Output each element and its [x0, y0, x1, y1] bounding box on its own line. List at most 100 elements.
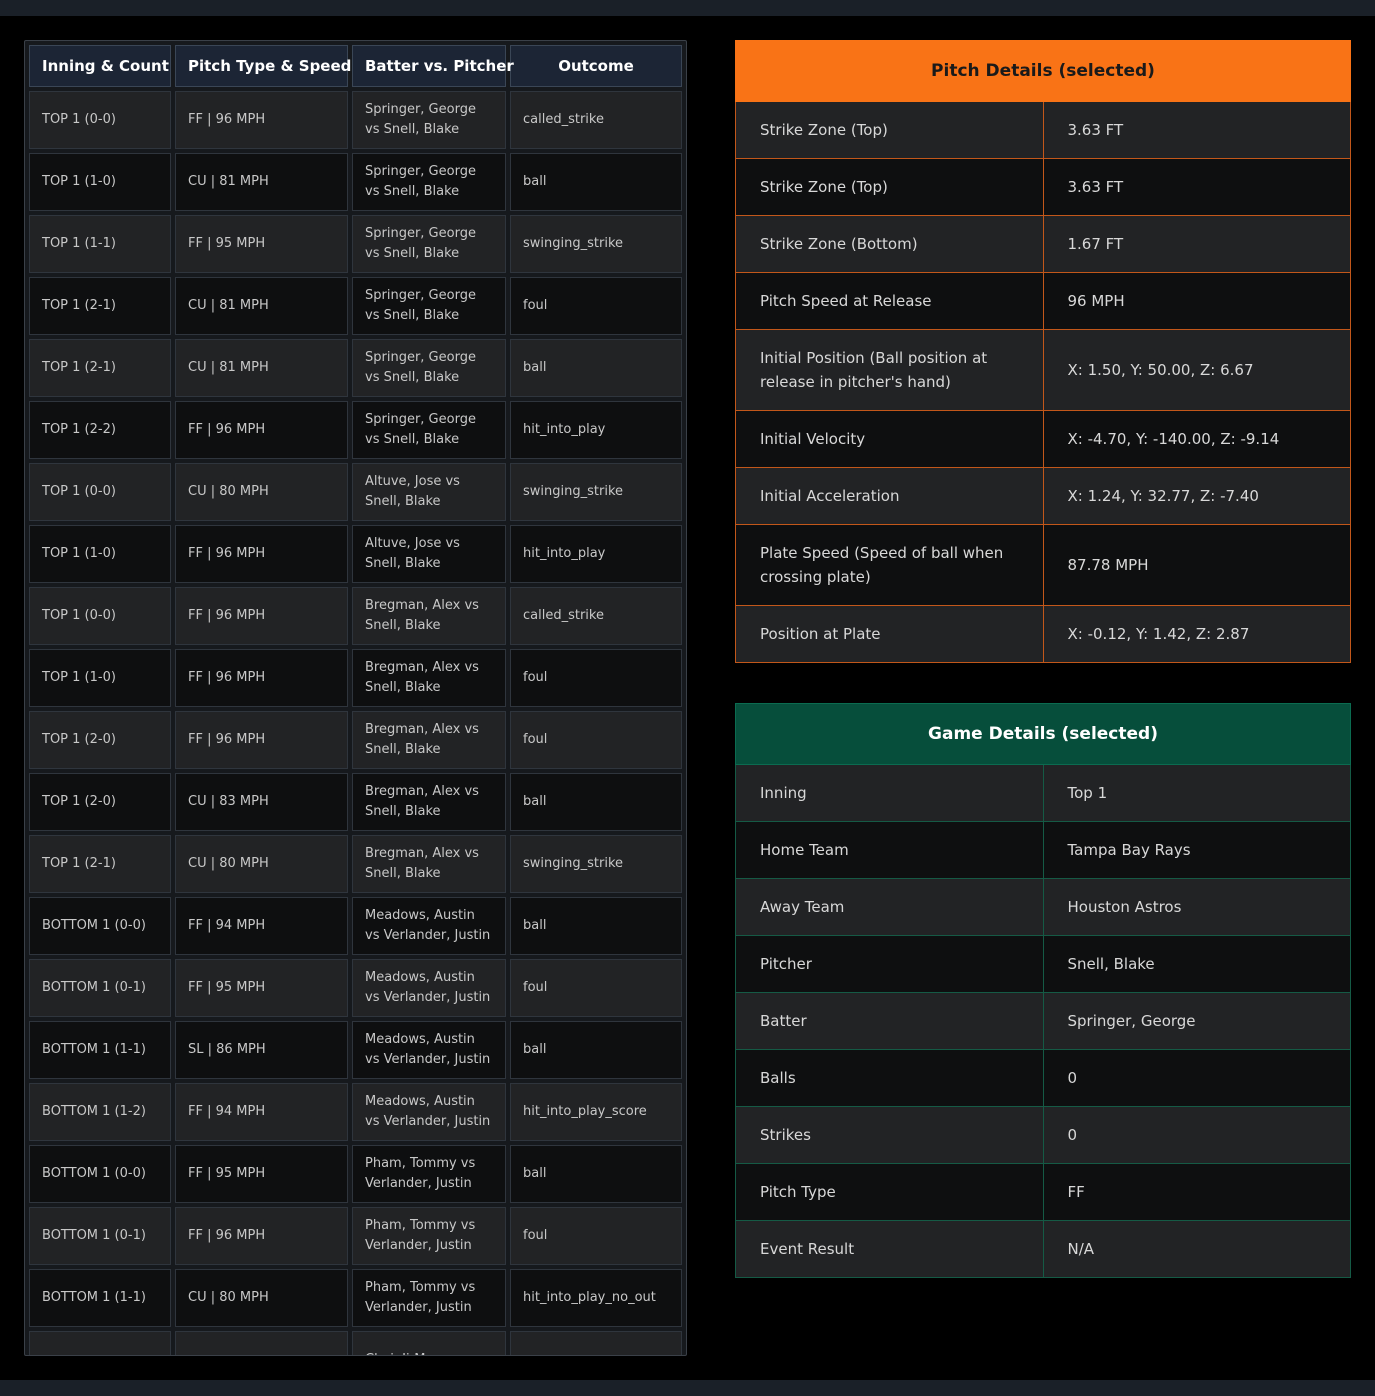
cell-batter-vs-pitcher: Springer, George vs Snell, Blake — [352, 401, 506, 459]
detail-value: X: -4.70, Y: -140.00, Z: -9.14 — [1042, 410, 1351, 468]
cell-pitch-type-speed: FF | 96 MPH — [175, 587, 348, 645]
cell-batter-vs-pitcher: Pham, Tommy vs Verlander, Justin — [352, 1145, 506, 1203]
pitch-details-row: Position at Plate X: -0.12, Y: 1.42, Z: 2… — [735, 605, 1351, 663]
cell-batter-vs-pitcher: Meadows, Austin vs Verlander, Justin — [352, 897, 506, 955]
detail-value: Snell, Blake — [1042, 935, 1351, 993]
cell-pitch-type-speed: FF | 96 MPH — [175, 401, 348, 459]
cell-inning-count: BOTTOM 1 (0-0) — [29, 897, 171, 955]
game-details-row: Balls 0 — [735, 1049, 1351, 1107]
cell-inning-count: BOTTOM 1 (0-0) — [29, 1145, 171, 1203]
game-details-row: Home Team Tampa Bay Rays — [735, 821, 1351, 879]
pitch-row[interactable]: TOP 1 (0-0) FF | 96 MPH Springer, George v… — [29, 91, 682, 149]
detail-label: Batter — [735, 992, 1044, 1050]
pitch-list-panel[interactable]: Inning & Count Pitch Type & Speed Batter… — [24, 40, 687, 1356]
cell-inning-count: TOP 1 (2-1) — [29, 339, 171, 397]
pitch-row[interactable]: BOTTOM 1 (0-0) FF | 94 MPH Meadows, Austin… — [29, 897, 682, 955]
pitch-row[interactable]: BOTTOM 1 (1-1) SL | 86 MPH Meadows, Austin… — [29, 1021, 682, 1079]
detail-label: Pitch Type — [735, 1163, 1044, 1221]
cell-batter-vs-pitcher: Choi, Ji-Man vs — [352, 1331, 506, 1355]
cell-inning-count: BOTTOM 1 (0-1) — [29, 1207, 171, 1265]
cell-pitch-type-speed: FF | 95 MPH — [175, 215, 348, 273]
cell-pitch-type-speed: FF | 96 MPH — [175, 649, 348, 707]
cell-inning-count: TOP 1 (1-0) — [29, 525, 171, 583]
detail-value: 1.67 FT — [1042, 215, 1351, 273]
pitch-details-title: Pitch Details (selected) — [735, 40, 1351, 102]
cell-inning-count: TOP 1 (2-0) — [29, 711, 171, 769]
pitch-row[interactable]: TOP 1 (2-1) CU | 81 MPH Springer, George v… — [29, 339, 682, 397]
cell-batter-vs-pitcher: Springer, George vs Snell, Blake — [352, 91, 506, 149]
cell-outcome: ball — [510, 153, 682, 211]
pitch-row[interactable]: TOP 1 (2-1) CU | 81 MPH Springer, George v… — [29, 277, 682, 335]
cell-batter-vs-pitcher: Springer, George vs Snell, Blake — [352, 153, 506, 211]
cell-outcome: called_strike — [510, 587, 682, 645]
pitch-row[interactable]: TOP 1 (2-2) FF | 96 MPH Springer, George v… — [29, 401, 682, 459]
cell-batter-vs-pitcher: Bregman, Alex vs Snell, Blake — [352, 711, 506, 769]
cell-batter-vs-pitcher: Altuve, Jose vs Snell, Blake — [352, 525, 506, 583]
cell-pitch-type-speed: CU | 80 MPH — [175, 1269, 348, 1327]
cell-outcome: swinging_strike — [510, 835, 682, 893]
detail-label: Plate Speed (Speed of ball when crossing… — [735, 524, 1044, 606]
cell-outcome: foul — [510, 649, 682, 707]
pitch-row[interactable]: TOP 1 (0-0) CU | 80 MPH Altuve, Jose vs Sn… — [29, 463, 682, 521]
header-pitch-type-speed[interactable]: Pitch Type & Speed — [175, 45, 351, 87]
cell-outcome: ball — [510, 1021, 682, 1079]
cell-inning-count: TOP 1 (2-1) — [29, 835, 171, 893]
cell-pitch-type-speed: FF | 94 MPH — [175, 897, 348, 955]
cell-inning-count: BOTTOM 1 (0-1) — [29, 959, 171, 1017]
cell-pitch-type-speed: CU | 83 MPH — [175, 773, 348, 831]
pitch-row[interactable]: BOTTOM 1 (0-1) FF | 95 MPH Meadows, Austin… — [29, 959, 682, 1017]
cell-inning-count: TOP 1 (1-0) — [29, 153, 171, 211]
pitch-row[interactable]: BOTTOM 1 (1-1) CU | 80 MPH Pham, Tommy vs … — [29, 1269, 682, 1327]
cell-pitch-type-speed: CU | 80 MPH — [175, 463, 348, 521]
pitch-details-row: Strike Zone (Top) 3.63 FT — [735, 101, 1351, 159]
detail-label: Home Team — [735, 821, 1044, 879]
game-details-row: Pitcher Snell, Blake — [735, 935, 1351, 993]
pitch-row[interactable]: TOP 1 (2-0) FF | 96 MPH Bregman, Alex vs S… — [29, 711, 682, 769]
cell-outcome: foul — [510, 1207, 682, 1265]
cell-pitch-type-speed: FF | 96 MPH — [175, 91, 348, 149]
cell-outcome: foul — [510, 959, 682, 1017]
pitch-row[interactable]: TOP 1 (1-1) FF | 95 MPH Springer, George v… — [29, 215, 682, 273]
pitch-row[interactable]: TOP 1 (2-1) CU | 80 MPH Bregman, Alex vs S… — [29, 835, 682, 893]
game-details-row: Inning Top 1 — [735, 764, 1351, 822]
cell-outcome: hit_into_play_score — [510, 1083, 682, 1141]
cell-pitch-type-speed: SL | 86 MPH — [175, 1021, 348, 1079]
cell-pitch-type-speed: FF | 94 MPH — [175, 1083, 348, 1141]
cell-batter-vs-pitcher: Meadows, Austin vs Verlander, Justin — [352, 1083, 506, 1141]
pitch-row[interactable]: TOP 1 (1-0) FF | 96 MPH Bregman, Alex vs S… — [29, 649, 682, 707]
header-inning-count[interactable]: Inning & Count — [29, 45, 171, 87]
game-details-row: Batter Springer, George — [735, 992, 1351, 1050]
cell-inning-count: BOTTOM 1 (1-1) — [29, 1269, 171, 1327]
detail-label: Strikes — [735, 1106, 1044, 1164]
detail-value: Top 1 — [1042, 764, 1351, 822]
detail-label: Strike Zone (Top) — [735, 158, 1044, 216]
cell-outcome: called_strike — [510, 91, 682, 149]
pitch-row[interactable]: BOTTOM 1 (0-1) FF | 96 MPH Pham, Tommy vs … — [29, 1207, 682, 1265]
game-details-title: Game Details (selected) — [735, 703, 1351, 765]
detail-label: Balls — [735, 1049, 1044, 1107]
pitch-details-row: Plate Speed (Speed of ball when crossing… — [735, 524, 1351, 606]
cell-inning-count: TOP 1 (2-2) — [29, 401, 171, 459]
game-details-row: Event Result N/A — [735, 1220, 1351, 1278]
pitch-row[interactable]: TOP 1 (2-0) CU | 83 MPH Bregman, Alex vs S… — [29, 773, 682, 831]
detail-label: Inning — [735, 764, 1044, 822]
cell-outcome: ball — [510, 339, 682, 397]
header-outcome[interactable]: Outcome — [510, 45, 682, 87]
pitch-row[interactable]: TOP 1 (1-0) FF | 96 MPH Altuve, Jose vs Sn… — [29, 525, 682, 583]
cell-inning-count: TOP 1 (0-0) — [29, 91, 171, 149]
detail-label: Initial Position (Ball position at relea… — [735, 329, 1044, 411]
cell-outcome: foul — [510, 277, 682, 335]
cell-outcome: foul — [510, 711, 682, 769]
detail-label: Initial Acceleration — [735, 467, 1044, 525]
pitch-details-row: Strike Zone (Top) 3.63 FT — [735, 158, 1351, 216]
cell-batter-vs-pitcher: Bregman, Alex vs Snell, Blake — [352, 835, 506, 893]
pitch-row[interactable]: Choi, Ji-Man vs — [29, 1331, 682, 1355]
detail-label: Strike Zone (Bottom) — [735, 215, 1044, 273]
top-bar — [0, 0, 1375, 16]
header-batter-vs-pitcher[interactable]: Batter vs. Pitcher — [352, 45, 514, 87]
pitch-row[interactable]: TOP 1 (1-0) CU | 81 MPH Springer, George v… — [29, 153, 682, 211]
pitch-row[interactable]: BOTTOM 1 (0-0) FF | 95 MPH Pham, Tommy vs … — [29, 1145, 682, 1203]
cell-batter-vs-pitcher: Meadows, Austin vs Verlander, Justin — [352, 1021, 506, 1079]
pitch-row[interactable]: TOP 1 (0-0) FF | 96 MPH Bregman, Alex vs S… — [29, 587, 682, 645]
pitch-row[interactable]: BOTTOM 1 (1-2) FF | 94 MPH Meadows, Austin… — [29, 1083, 682, 1141]
